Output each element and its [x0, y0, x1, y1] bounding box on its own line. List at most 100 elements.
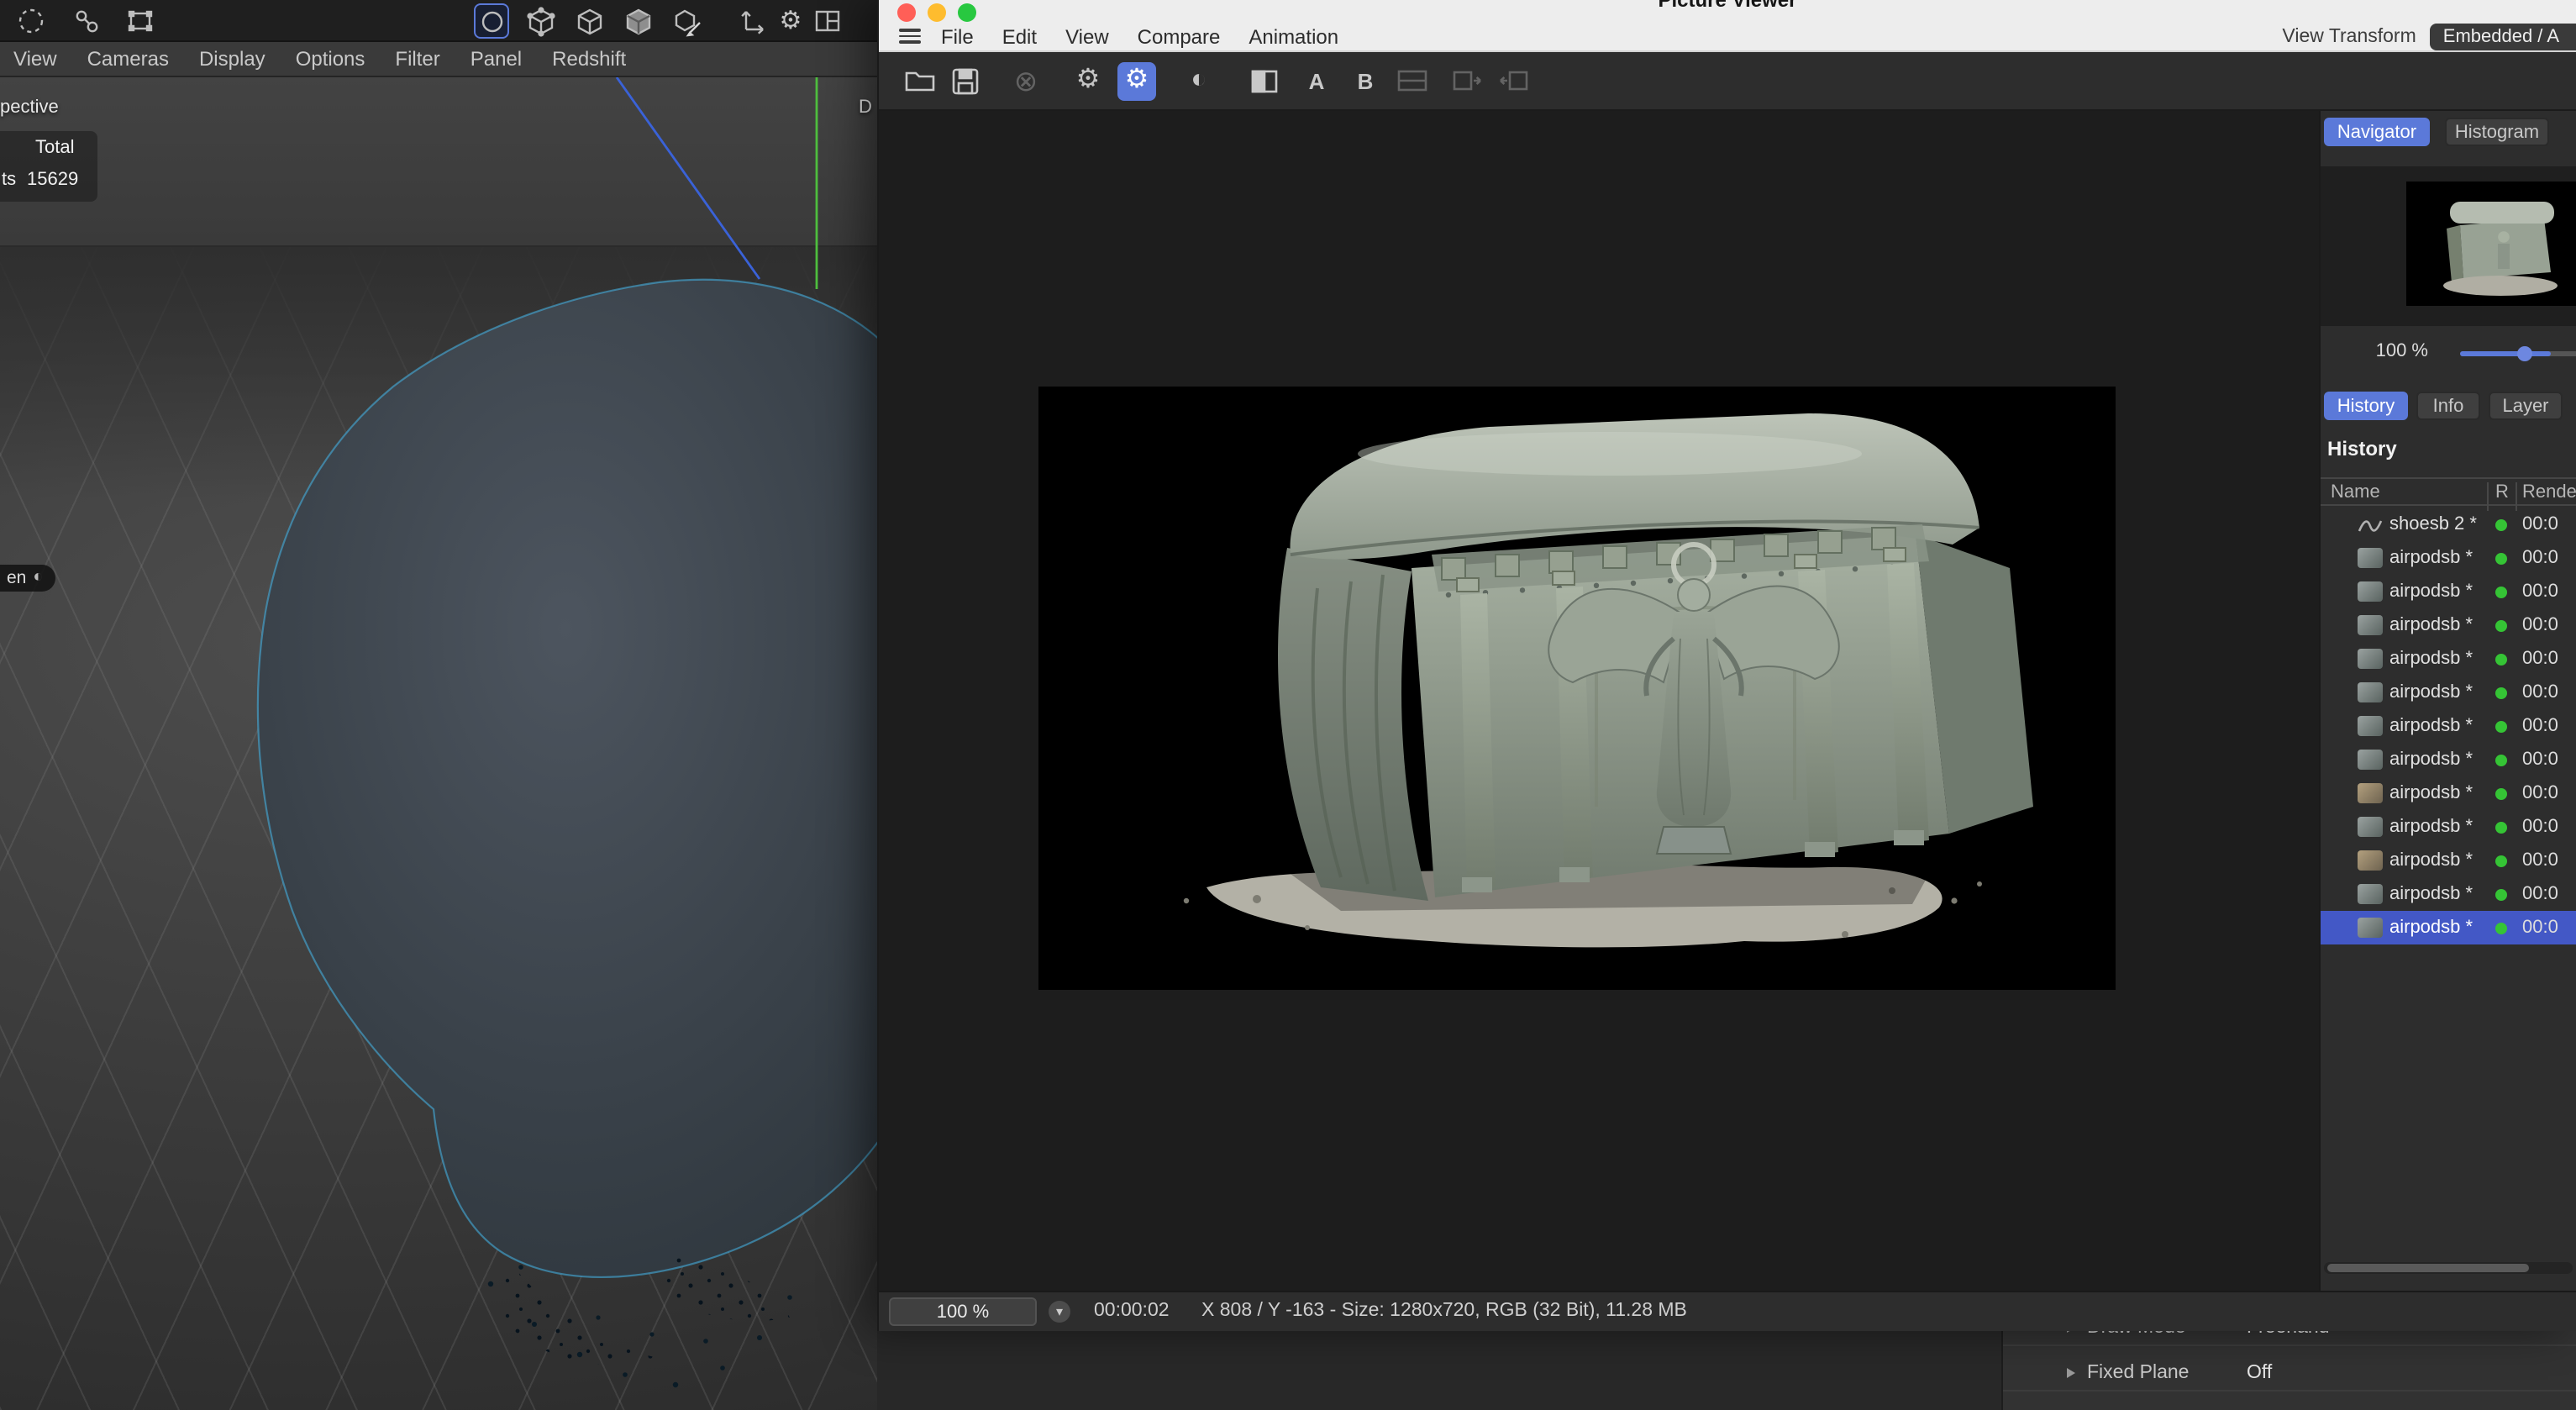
view-transform-label: View Transform: [2282, 26, 2416, 46]
viewport-menubar: View Cameras Display Options Filter Panel Reds…: [0, 42, 877, 77]
navigator-zoom-slider[interactable]: [2460, 351, 2576, 356]
pv-menu-item[interactable]: Edit: [1002, 24, 1037, 48]
pv-side-panel: NavigatorHistogram 100 %: [2319, 111, 2576, 1291]
capture-box-icon[interactable]: [123, 3, 158, 39]
history-item-name: airpodsb *: [2389, 817, 2473, 837]
history-row[interactable]: airpodsb * 00:0: [2321, 676, 2576, 709]
pv-menu-item[interactable]: Animation: [1249, 24, 1338, 48]
panel-tab[interactable]: Layer: [2489, 392, 2563, 420]
stop-render-icon[interactable]: ⊗: [1007, 61, 1045, 100]
history-item-name: airpodsb *: [2389, 615, 2473, 635]
navigator-view[interactable]: [2321, 166, 2576, 326]
points-mode-cube-icon[interactable]: [523, 3, 558, 39]
copy-b-to-a-icon[interactable]: [1494, 61, 1532, 100]
hamburger-menu-icon[interactable]: [899, 29, 921, 44]
history-row[interactable]: airpodsb * 00:0: [2321, 608, 2576, 642]
live-selection-icon[interactable]: [13, 3, 49, 39]
render-thumbnail-icon: [2358, 817, 2383, 837]
column-header-r[interactable]: R: [2495, 482, 2509, 502]
camera-label: pective: [0, 97, 59, 118]
history-row[interactable]: airpodsb * 00:0: [2321, 642, 2576, 676]
edges-mode-cube-icon[interactable]: [571, 3, 607, 39]
viewport-menu-item[interactable]: Filter: [395, 47, 439, 71]
compare-frame-icon[interactable]: [1393, 61, 1432, 100]
history-item-name: airpodsb *: [2389, 649, 2473, 669]
joints-icon[interactable]: [69, 3, 104, 39]
screen: ⚙ View Cameras Display Options Filter Panel Re…: [0, 0, 2576, 1410]
render-thumbnail-icon: [2358, 850, 2383, 871]
axis-tool-icon[interactable]: [736, 3, 771, 39]
history-item-name: airpodsb *: [2389, 548, 2473, 568]
column-divider: [2487, 482, 2489, 511]
c4d-lower-area: [877, 1331, 2001, 1410]
history-row[interactable]: airpodsb * 00:0: [2321, 709, 2576, 743]
active-tool-icon[interactable]: [474, 3, 509, 39]
viewport-menu-item[interactable]: Cameras: [87, 47, 169, 71]
corner-label: D: [859, 97, 872, 118]
filter-gear-active-icon[interactable]: ⚙: [1117, 61, 1156, 100]
pv-menu-item[interactable]: File: [941, 24, 974, 48]
layer-chip[interactable]: en ◐: [0, 565, 55, 592]
history-row[interactable]: airpodsb * 00:0: [2321, 541, 2576, 575]
slider-knob[interactable]: [2517, 346, 2532, 361]
view-transform-value[interactable]: Embedded / A: [2430, 23, 2576, 50]
render-time: 00:0: [2522, 783, 2558, 803]
history-row[interactable]: airpodsb * 00:0: [2321, 844, 2576, 877]
copy-a-to-b-icon[interactable]: [1447, 61, 1485, 100]
disclosure-chevron-icon[interactable]: [2067, 1368, 2075, 1378]
column-header-rendertime[interactable]: Rende: [2522, 482, 2576, 502]
render-time: 00:0: [2522, 817, 2558, 837]
panel-tab[interactable]: History: [2324, 392, 2408, 420]
render-time: 00:0: [2522, 750, 2558, 770]
panel-tab[interactable]: Histogram: [2445, 118, 2549, 146]
attribute-value[interactable]: Off: [2247, 1363, 2272, 1383]
navigator-thumbnail: [2406, 182, 2576, 306]
window-titlebar[interactable]: Picture Viewer: [879, 0, 2576, 22]
render-thumbnail-icon: [2358, 514, 2383, 534]
status-dot-icon: [2495, 788, 2507, 800]
column-header-name[interactable]: Name: [2331, 482, 2380, 502]
c4d-viewport[interactable]: pective D Total ts 15629 en ◐: [0, 77, 877, 1410]
viewport-menu-item[interactable]: View: [13, 47, 57, 71]
panel-tab[interactable]: Info: [2416, 392, 2480, 420]
viewport-menu-item[interactable]: Redshift: [552, 47, 626, 71]
viewport-menu-item[interactable]: Options: [296, 47, 365, 71]
panel-tab[interactable]: Navigator: [2324, 118, 2430, 146]
history-row[interactable]: airpodsb * 00:0: [2321, 575, 2576, 608]
render-thumbnail-icon: [2358, 750, 2383, 770]
contrast-icon[interactable]: ◐: [1180, 61, 1218, 100]
compare-split-icon[interactable]: [1245, 61, 1284, 100]
history-row[interactable]: airpodsb * 00:0: [2321, 877, 2576, 911]
viewport-layout-icon[interactable]: [810, 3, 845, 39]
compare-a-button[interactable]: A: [1297, 61, 1336, 100]
globe-icon: ◐: [33, 570, 43, 587]
history-row[interactable]: airpodsb * 00:0: [2321, 776, 2576, 810]
history-list: shoesb 2 * 00:0 airpodsb * 00:0: [2321, 508, 2576, 944]
save-icon[interactable]: [946, 61, 985, 100]
history-row[interactable]: airpodsb * 00:0: [2321, 810, 2576, 844]
history-horizontal-scrollbar[interactable]: [2324, 1262, 2573, 1274]
pv-menu-item[interactable]: Compare: [1138, 24, 1221, 48]
attribute-row[interactable]: Fixed Plane Off: [2003, 1356, 2576, 1392]
status-dot-icon: [2495, 654, 2507, 666]
pv-canvas[interactable]: [879, 111, 2319, 1291]
open-file-icon[interactable]: [901, 61, 939, 100]
history-row[interactable]: airpodsb * 00:0: [2321, 911, 2576, 944]
render-thumbnail-icon: [2358, 548, 2383, 568]
model-pen-cube-icon[interactable]: [669, 3, 704, 39]
zoom-dropdown-icon[interactable]: ▾: [1049, 1301, 1070, 1323]
render-settings-gear-icon[interactable]: ⚙: [1069, 61, 1107, 100]
render-time: 00:0: [2522, 548, 2558, 568]
render-thumbnail-icon: [2358, 783, 2383, 803]
viewport-menu-item[interactable]: Panel: [471, 47, 522, 71]
picture-viewer-window: Picture Viewer File Edit View Compare Animat…: [877, 0, 2576, 1331]
polygons-mode-cube-icon[interactable]: [620, 3, 655, 39]
settings-gear-icon[interactable]: ⚙: [773, 3, 808, 39]
pv-menu-item[interactable]: View: [1065, 24, 1109, 48]
viewport-menu-item[interactable]: Display: [199, 47, 265, 71]
zoom-level-field[interactable]: 100 %: [889, 1297, 1037, 1326]
history-row[interactable]: airpodsb * 00:0: [2321, 743, 2576, 776]
compare-b-button[interactable]: B: [1346, 61, 1385, 100]
scrollbar-thumb[interactable]: [2327, 1264, 2529, 1272]
history-row[interactable]: shoesb 2 * 00:0: [2321, 508, 2576, 541]
